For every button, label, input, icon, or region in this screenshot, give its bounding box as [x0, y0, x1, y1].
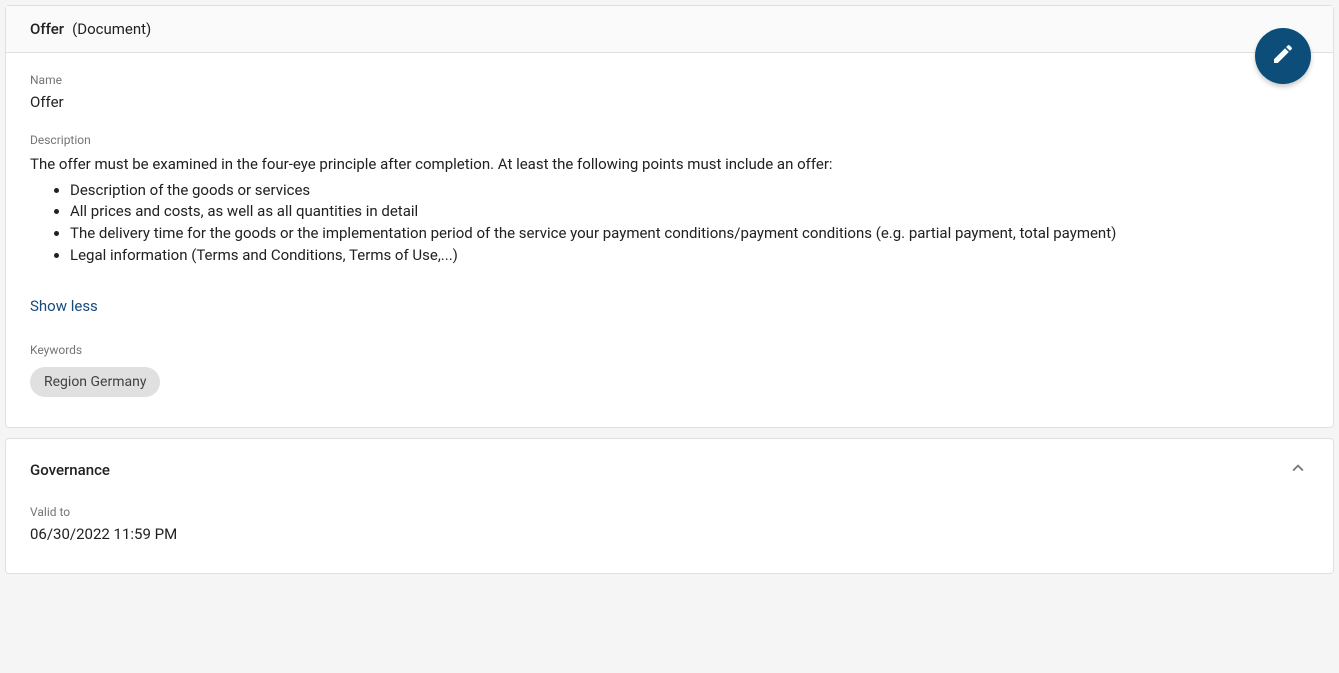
name-value: Offer [30, 93, 1309, 111]
card-body: Name Offer Description The offer must be… [6, 53, 1333, 427]
description-list-item: The delivery time for the goods or the i… [70, 223, 1309, 245]
valid-to-field: Valid to 06/30/2022 11:59 PM [30, 505, 1309, 543]
description-field: Description The offer must be examined i… [30, 133, 1309, 329]
header-type: (Document) [72, 20, 151, 38]
card-header: Offer (Document) [6, 6, 1333, 53]
description-list: Description of the goods or servicesAll … [30, 180, 1309, 267]
name-field: Name Offer [30, 73, 1309, 111]
pencil-icon [1271, 42, 1295, 70]
governance-header[interactable]: Governance [6, 439, 1333, 505]
governance-title: Governance [30, 461, 110, 479]
governance-card: Governance Valid to 06/30/2022 11:59 PM [5, 438, 1334, 574]
keywords-label: Keywords [30, 343, 1309, 357]
edit-button[interactable] [1255, 28, 1311, 84]
description-list-item: Description of the goods or services [70, 180, 1309, 202]
description-list-item: All prices and costs, as well as all qua… [70, 201, 1309, 223]
show-less-link[interactable]: Show less [30, 297, 98, 315]
name-label: Name [30, 73, 1309, 87]
description-content: The offer must be examined in the four-e… [30, 153, 1309, 267]
governance-body: Valid to 06/30/2022 11:59 PM [6, 505, 1333, 573]
description-label: Description [30, 133, 1309, 147]
keyword-chip[interactable]: Region Germany [30, 367, 160, 397]
header-title: Offer [30, 20, 64, 38]
details-card: Offer (Document) Name Offer Description … [5, 5, 1334, 428]
keywords-container: Region Germany [30, 367, 1309, 397]
keywords-field: Keywords Region Germany [30, 343, 1309, 397]
valid-to-value: 06/30/2022 11:59 PM [30, 525, 1309, 543]
valid-to-label: Valid to [30, 505, 1309, 519]
description-list-item: Legal information (Terms and Conditions,… [70, 245, 1309, 267]
chevron-up-icon [1287, 457, 1309, 483]
description-intro: The offer must be examined in the four-e… [30, 153, 1309, 176]
